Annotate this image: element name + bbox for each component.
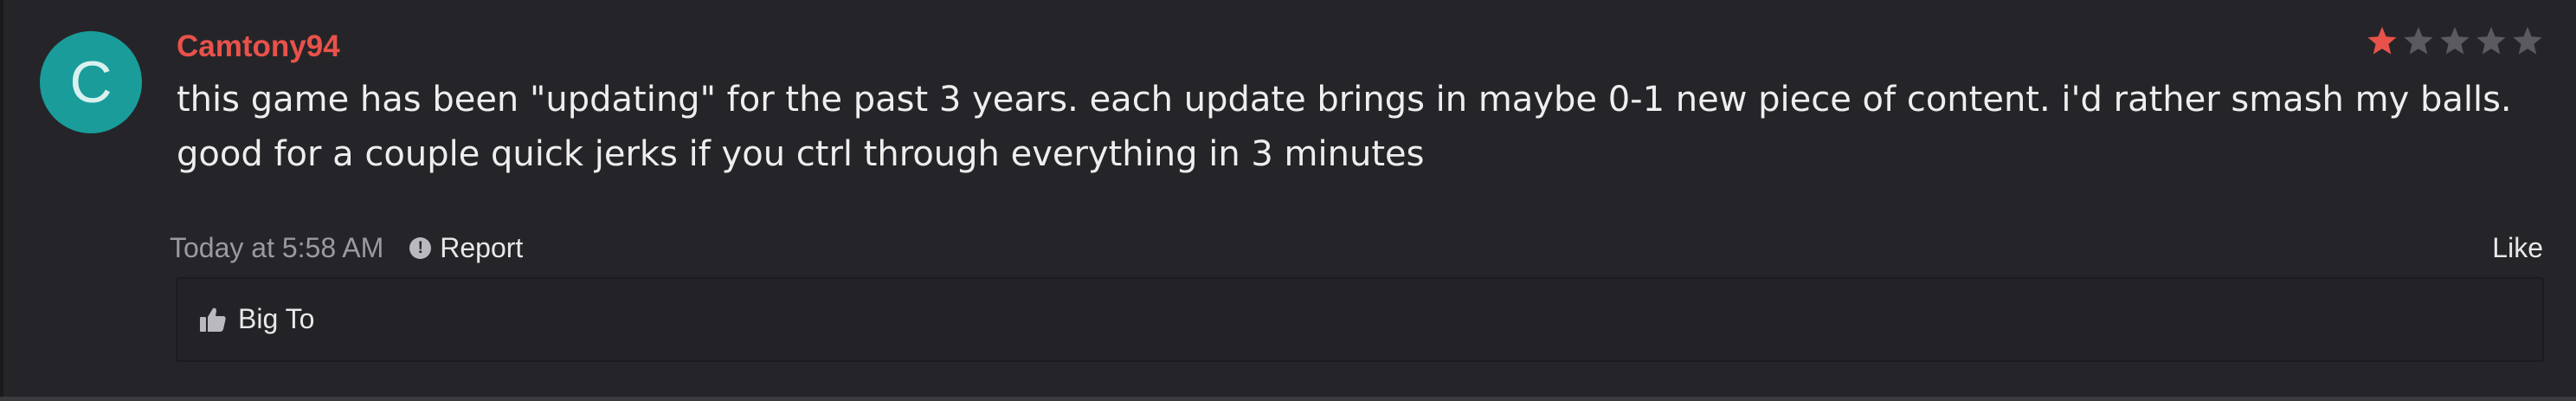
- star-empty-icon: [2512, 26, 2543, 55]
- like-button[interactable]: Like: [2492, 232, 2543, 264]
- review-text: this game has been "updating" for the pa…: [177, 80, 2512, 174]
- star-empty-icon: [2476, 26, 2507, 55]
- timestamp[interactable]: Today at 5:58 AM: [170, 232, 383, 264]
- exclamation-mark: !: [417, 239, 423, 257]
- bottom-border: [0, 397, 2576, 401]
- star-rating: [2367, 26, 2543, 55]
- reaction-list[interactable]: Big To: [200, 303, 314, 335]
- report-icon: !: [409, 237, 432, 259]
- review-meta: Today at 5:58 AM ! Report: [170, 232, 523, 264]
- report-button[interactable]: ! Report: [409, 232, 523, 264]
- report-label: Report: [440, 232, 524, 263]
- username-link[interactable]: Camtony94: [177, 29, 340, 64]
- avatar[interactable]: C: [40, 31, 142, 133]
- reactions-bar: Big To: [176, 277, 2544, 362]
- left-border: [0, 0, 3, 401]
- liked-by-name: Big To: [238, 303, 315, 334]
- star-empty-icon: [2439, 26, 2470, 55]
- avatar-initial: C: [69, 49, 113, 115]
- thumbs-up-icon: [200, 307, 226, 332]
- star-empty-icon: [2403, 26, 2434, 55]
- star-filled-icon: [2367, 26, 2398, 55]
